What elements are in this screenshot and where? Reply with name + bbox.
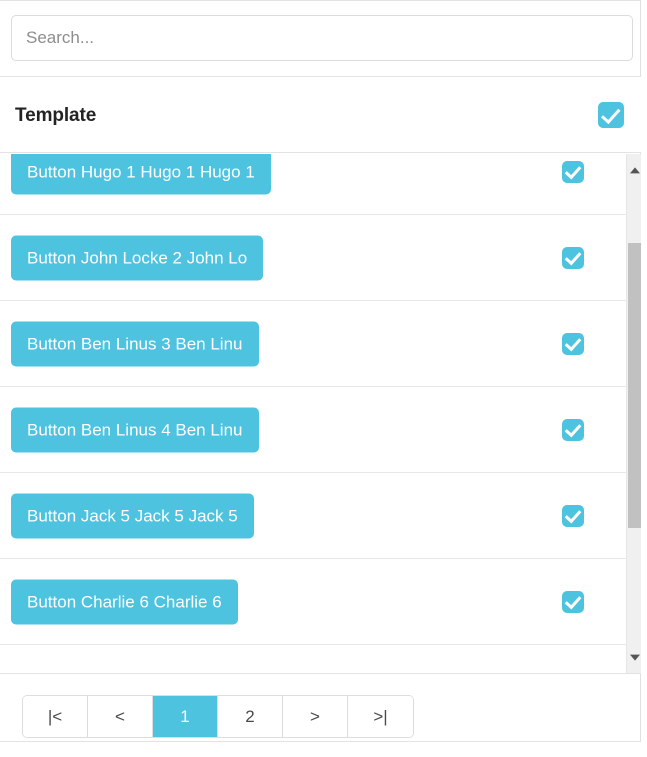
row-checkbox[interactable]	[562, 418, 584, 441]
list-item: Button John Locke 2 John Lo	[0, 215, 626, 301]
list-item: Button Jack 5 Jack 5 Jack 5	[0, 473, 626, 559]
list-items: Button Hugo 1 Hugo 1 Hugo 1 Button John L…	[0, 154, 626, 645]
list-item: Button Ben Linus 4 Ben Linu	[0, 387, 626, 473]
list-item: Button Hugo 1 Hugo 1 Hugo 1	[0, 154, 626, 215]
select-all-checkbox[interactable]	[598, 102, 624, 128]
list-viewport: Button Hugo 1 Hugo 1 Hugo 1 Button John L…	[0, 154, 641, 673]
page-title: Template	[15, 105, 97, 126]
pagination-top-divider	[0, 673, 641, 674]
first-page-button[interactable]: |<	[23, 696, 88, 737]
row-checkbox[interactable]	[562, 160, 584, 183]
row-action-button[interactable]: Button Charlie 6 Charlie 6	[11, 579, 238, 624]
row-checkbox[interactable]	[562, 332, 584, 355]
page-button-1[interactable]: 1	[153, 696, 218, 737]
row-action-button[interactable]: Button Hugo 1 Hugo 1 Hugo 1	[11, 154, 271, 194]
pagination-bottom-divider	[0, 741, 641, 742]
next-page-button[interactable]: >	[283, 696, 348, 737]
search-input[interactable]	[11, 15, 633, 61]
row-checkbox[interactable]	[562, 590, 584, 613]
row-action-button[interactable]: Button Ben Linus 4 Ben Linu	[11, 407, 259, 452]
template-list-panel: Template Button Hugo 1 Hugo 1 Hugo 1Butt…	[0, 0, 647, 757]
last-page-button[interactable]: >|	[348, 696, 413, 737]
triangle-up-icon[interactable]	[627, 162, 642, 179]
row-action-button[interactable]: Button John Locke 2 John Lo	[11, 235, 264, 280]
list-scrollbar[interactable]	[626, 154, 641, 673]
triangle-down-icon[interactable]	[627, 648, 642, 665]
header-divider	[0, 152, 641, 153]
search-bar	[11, 15, 633, 61]
top-divider	[0, 0, 641, 1]
page-button-2[interactable]: 2	[218, 696, 283, 737]
pagination: |< <1 2 > >|	[22, 695, 414, 738]
prev-page-button[interactable]: <	[88, 696, 153, 737]
template-header-row: Template	[0, 77, 641, 153]
scrollbar-thumb[interactable]	[628, 243, 641, 528]
row-action-button[interactable]: Button Jack 5 Jack 5 Jack 5	[11, 493, 254, 538]
list-item: Button Charlie 6 Charlie 6	[0, 559, 626, 645]
row-checkbox[interactable]	[562, 504, 584, 527]
row-action-button[interactable]: Button Ben Linus 3 Ben Linu	[11, 321, 259, 366]
list-item: Button Ben Linus 3 Ben Linu	[0, 301, 626, 387]
row-checkbox[interactable]	[562, 246, 584, 269]
